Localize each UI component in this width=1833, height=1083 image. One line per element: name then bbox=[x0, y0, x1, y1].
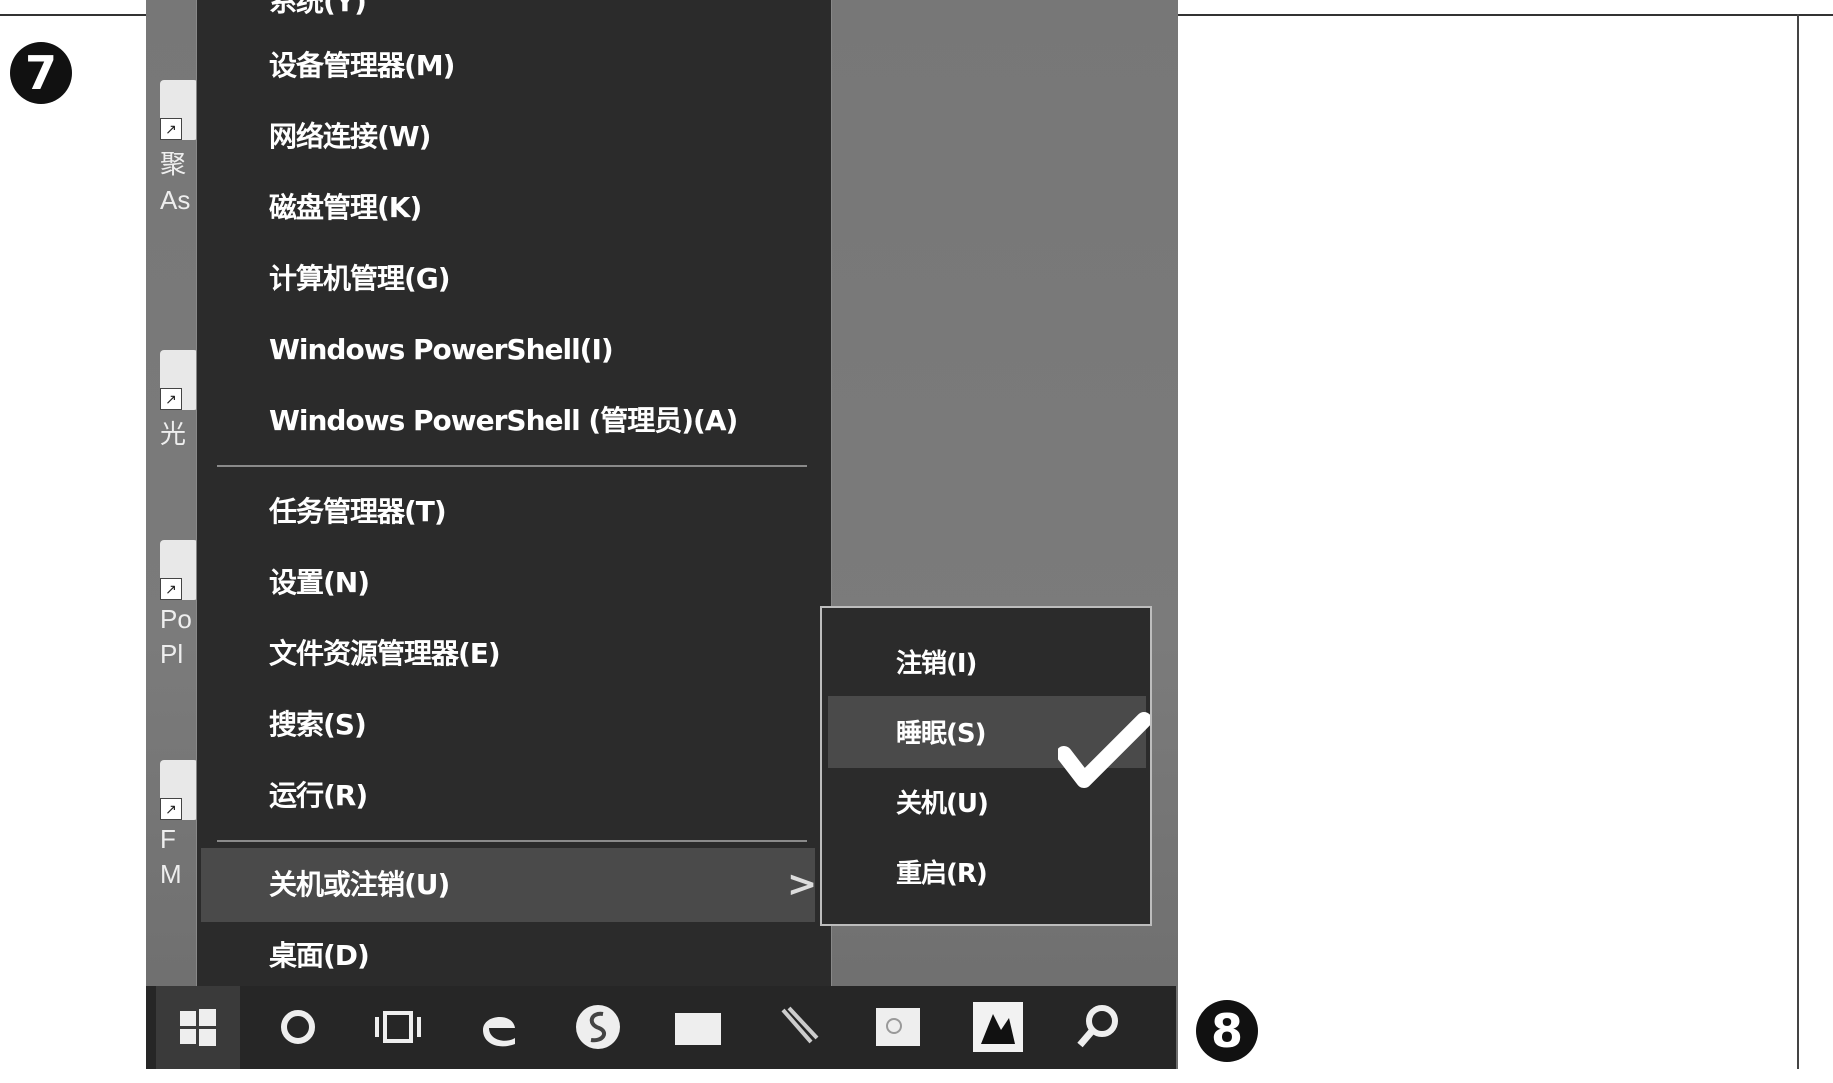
windows-start-icon[interactable] bbox=[156, 986, 240, 1069]
menu-separator bbox=[217, 840, 807, 842]
menu-item-device-manager[interactable]: 设备管理器(M) bbox=[269, 36, 455, 96]
search-icon[interactable] bbox=[1056, 986, 1140, 1069]
chevron-right-icon: > bbox=[787, 864, 817, 905]
sogou-icon[interactable] bbox=[556, 986, 640, 1069]
shortcut-icon: ↗ bbox=[160, 80, 198, 140]
app-icon[interactable] bbox=[956, 986, 1040, 1069]
menu-item-file-explorer[interactable]: 文件资源管理器(E) bbox=[269, 624, 501, 684]
menu-item-run[interactable]: 运行(R) bbox=[269, 766, 368, 826]
desktop-icon-label: As bbox=[160, 185, 191, 215]
menu-item-desktop[interactable]: 桌面(D) bbox=[269, 926, 370, 986]
menu-item-powershell-admin[interactable]: Windows PowerShell (管理员)(A) bbox=[269, 391, 738, 451]
step-marker-8: 8 bbox=[1196, 1000, 1258, 1062]
folder-icon[interactable] bbox=[656, 986, 740, 1069]
menu-item-shutdown-signout[interactable]: 关机或注销(U) bbox=[269, 855, 450, 915]
menu-item-computer-management[interactable]: 计算机管理(G) bbox=[269, 249, 451, 309]
desktop-icon-label: Po bbox=[160, 604, 192, 634]
menu-item-search[interactable]: 搜索(S) bbox=[269, 695, 367, 755]
taskbar bbox=[146, 986, 1176, 1069]
submenu-item-sleep[interactable]: 睡眠(S) bbox=[896, 704, 986, 764]
shortcut-icon: ↗ bbox=[160, 540, 198, 600]
shortcut-icon: ↗ bbox=[160, 350, 198, 410]
edge-browser-icon[interactable] bbox=[456, 986, 540, 1069]
desktop-icon-label: Pl bbox=[160, 639, 184, 669]
desktop-icon-label: F bbox=[160, 824, 176, 854]
menu-item-disk-management[interactable]: 磁盘管理(K) bbox=[269, 178, 422, 238]
submenu-item-shutdown[interactable]: 关机(U) bbox=[896, 774, 989, 834]
paperclip-icon[interactable] bbox=[756, 986, 840, 1069]
photo-icon[interactable] bbox=[856, 986, 940, 1069]
menu-separator bbox=[217, 465, 807, 467]
submenu-item-signout[interactable]: 注销(I) bbox=[896, 634, 977, 694]
desktop-icon-1[interactable]: ↗ 聚 As bbox=[160, 80, 200, 216]
figure-right-border bbox=[1797, 14, 1799, 1069]
task-view-icon[interactable] bbox=[356, 986, 440, 1069]
menu-item-task-manager[interactable]: 任务管理器(T) bbox=[269, 482, 447, 542]
submenu-item-restart[interactable]: 重启(R) bbox=[896, 844, 988, 904]
shortcut-icon: ↗ bbox=[160, 760, 198, 820]
menu-item-system[interactable]: 系统(Y) bbox=[269, 0, 367, 32]
step-marker-7: 7 bbox=[10, 42, 72, 104]
checkmark-icon bbox=[1058, 712, 1150, 788]
menu-item-powershell[interactable]: Windows PowerShell(I) bbox=[269, 320, 614, 380]
menu-item-network-connections[interactable]: 网络连接(W) bbox=[269, 107, 431, 167]
cortana-circle-icon[interactable] bbox=[256, 986, 340, 1069]
desktop-icon-2[interactable]: ↗ 光 bbox=[160, 350, 200, 451]
desktop-icon-label: 光 bbox=[160, 419, 187, 449]
winx-context-menu: 系统(Y) 设备管理器(M) 网络连接(W) 磁盘管理(K) 计算机管理(G) … bbox=[196, 0, 832, 1010]
desktop-icon-label: M bbox=[160, 859, 182, 889]
desktop-icon-4[interactable]: ↗ F M bbox=[160, 760, 200, 890]
desktop-icon-label: 聚 bbox=[160, 149, 187, 179]
desktop-icon-3[interactable]: ↗ Po Pl bbox=[160, 540, 200, 670]
menu-item-settings[interactable]: 设置(N) bbox=[269, 553, 370, 613]
